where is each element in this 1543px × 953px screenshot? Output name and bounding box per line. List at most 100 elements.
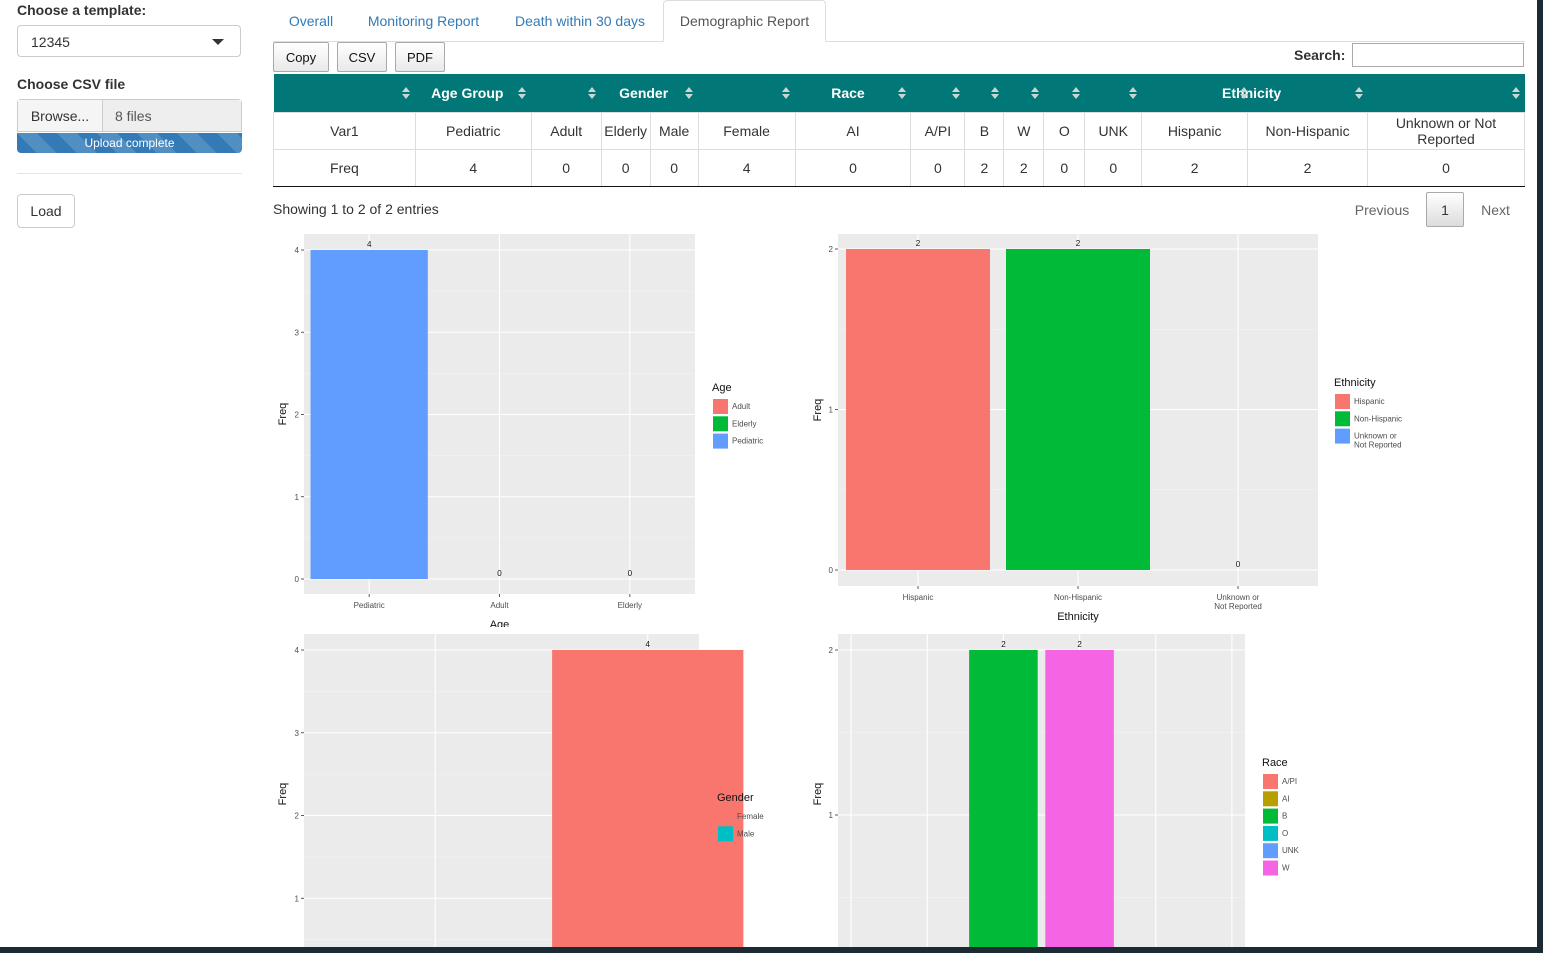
legend-title: Race — [1262, 757, 1288, 769]
previous-button[interactable]: Previous — [1348, 192, 1416, 227]
header-gender: Gender — [619, 85, 669, 101]
tab-monitoring-report[interactable]: Monitoring Report — [353, 0, 494, 42]
table-cell: 4 — [414, 149, 532, 187]
y-tick-label: 4 — [295, 646, 300, 655]
header-age-group: Age Group — [431, 85, 504, 101]
upload-progress-bar: Upload complete — [17, 133, 242, 153]
table-cell: Male — [649, 112, 699, 150]
legend-key — [1263, 825, 1278, 841]
pdf-button[interactable]: PDF — [395, 42, 445, 72]
csv-file-input[interactable]: Browse... 8 files — [17, 99, 242, 132]
tab-demographic-report[interactable]: Demographic Report — [663, 0, 826, 42]
table-cell: 0 — [1084, 149, 1143, 187]
table-header-cell[interactable] — [1085, 74, 1142, 113]
sort-icon — [782, 87, 791, 100]
tab-death-within-30-days[interactable]: Death within 30 days — [502, 0, 658, 42]
bar-value-label: 2 — [1076, 239, 1081, 248]
copy-button[interactable]: Copy — [273, 42, 329, 72]
table-header-cell[interactable] — [274, 74, 416, 113]
sort-icon — [1239, 87, 1248, 100]
table-cell: Var1 — [273, 112, 416, 150]
sort-icon — [897, 87, 906, 100]
legend-key — [1335, 428, 1350, 444]
load-button[interactable]: Load — [17, 194, 75, 228]
y-tick-label: 1 — [295, 894, 300, 903]
csv-button[interactable]: CSV — [337, 42, 387, 72]
template-select[interactable]: 12345 — [17, 25, 241, 57]
legend-label: Unknown or Not Reported — [1354, 432, 1402, 450]
search-input[interactable] — [1352, 43, 1524, 67]
sort-icon — [402, 87, 411, 100]
table-info: Showing 1 to 2 of 2 entries — [273, 201, 439, 217]
y-tick-label: 4 — [295, 246, 300, 255]
y-tick-label: 2 — [295, 812, 300, 821]
bar — [310, 250, 428, 579]
legend-key — [1263, 843, 1278, 859]
sort-icon — [518, 87, 527, 100]
legend-label: Non-Hispanic — [1354, 414, 1402, 423]
legend-key — [1263, 791, 1278, 807]
legend-label: W — [1282, 864, 1290, 873]
sort-icon — [588, 87, 597, 100]
next-button[interactable]: Next — [1473, 192, 1518, 227]
table-cell: 0 — [600, 149, 651, 187]
table-header-cell[interactable]: Gender — [601, 74, 698, 113]
legend-title: Gender — [717, 792, 754, 804]
table-cell: Non-Hispanic — [1247, 112, 1369, 150]
x-tick-label: Adult — [490, 601, 509, 610]
bar — [552, 650, 744, 947]
table-header-cell[interactable] — [698, 74, 795, 113]
table-header-cell[interactable]: Race — [795, 74, 911, 113]
y-tick-label: 0 — [829, 566, 834, 575]
table-cell: 0 — [649, 149, 699, 187]
y-tick-label: 0 — [295, 575, 300, 584]
legend-key — [1263, 774, 1278, 789]
page-1-button[interactable]: 1 — [1426, 192, 1464, 227]
table-header-cell[interactable] — [1044, 74, 1085, 113]
table-header-cell[interactable] — [965, 74, 1004, 113]
legend-key — [713, 433, 728, 449]
table-cell: 2 — [964, 149, 1005, 187]
table-row: Var1 Pediatric Adult Elderly Male Female AI A/P… — [273, 112, 1525, 150]
x-tick-label: Hispanic — [903, 593, 934, 602]
table-header-cell[interactable] — [1368, 74, 1525, 113]
table-header-cell[interactable] — [531, 74, 601, 113]
bar-value-label: 0 — [628, 569, 633, 578]
table-row: Freq 4 0 0 0 4 0 0 2 2 0 0 2 2 0 — [273, 149, 1525, 187]
table-header-cell[interactable] — [911, 74, 965, 113]
table-cell: 0 — [1043, 149, 1086, 187]
table-cell: Elderly — [600, 112, 651, 150]
table-cell: 0 — [530, 149, 602, 187]
y-tick-label: 2 — [295, 411, 300, 420]
table-header-cell[interactable] — [1004, 74, 1044, 113]
table-cell: AI — [794, 112, 912, 150]
table-cell: Freq — [273, 149, 416, 187]
x-tick-label: Non-Hispanic — [1054, 593, 1102, 602]
legend-key — [1263, 808, 1278, 824]
legend-label: Male — [737, 829, 755, 838]
table-cell: 2 — [1247, 149, 1369, 187]
table-cell: 2 — [1141, 149, 1249, 187]
bar-value-label: 2 — [916, 239, 921, 248]
legend-label: Adult — [732, 402, 751, 411]
y-tick-label: 2 — [829, 245, 834, 254]
template-label: Choose a template: — [17, 2, 147, 18]
table-header-cell[interactable]: Age Group — [415, 74, 531, 113]
tab-overall[interactable]: Overall — [274, 0, 348, 42]
sort-icon — [990, 87, 999, 100]
sort-icon — [1128, 87, 1137, 100]
y-axis-title: Freq — [277, 403, 289, 426]
table-header-cell[interactable]: Ethnicity — [1142, 74, 1368, 113]
age-chart: 0123440 0Pediatric Adult ElderlyAgeFreqAgeA… — [277, 234, 763, 627]
y-tick-label: 3 — [295, 729, 300, 738]
template-select-value: 12345 — [31, 34, 70, 50]
legend-label: Female — [737, 812, 764, 821]
y-axis-title: Freq — [812, 783, 824, 806]
window-frame-bottom — [0, 947, 1543, 953]
browse-button[interactable]: Browse... — [18, 100, 103, 131]
chevron-down-icon — [212, 39, 224, 45]
table-cell: A/PI — [910, 112, 966, 150]
legend-title: Ethnicity — [1334, 377, 1376, 389]
x-tick-label: Unknown or Not Reported — [1214, 593, 1262, 611]
search-label: Search: — [1294, 47, 1346, 63]
